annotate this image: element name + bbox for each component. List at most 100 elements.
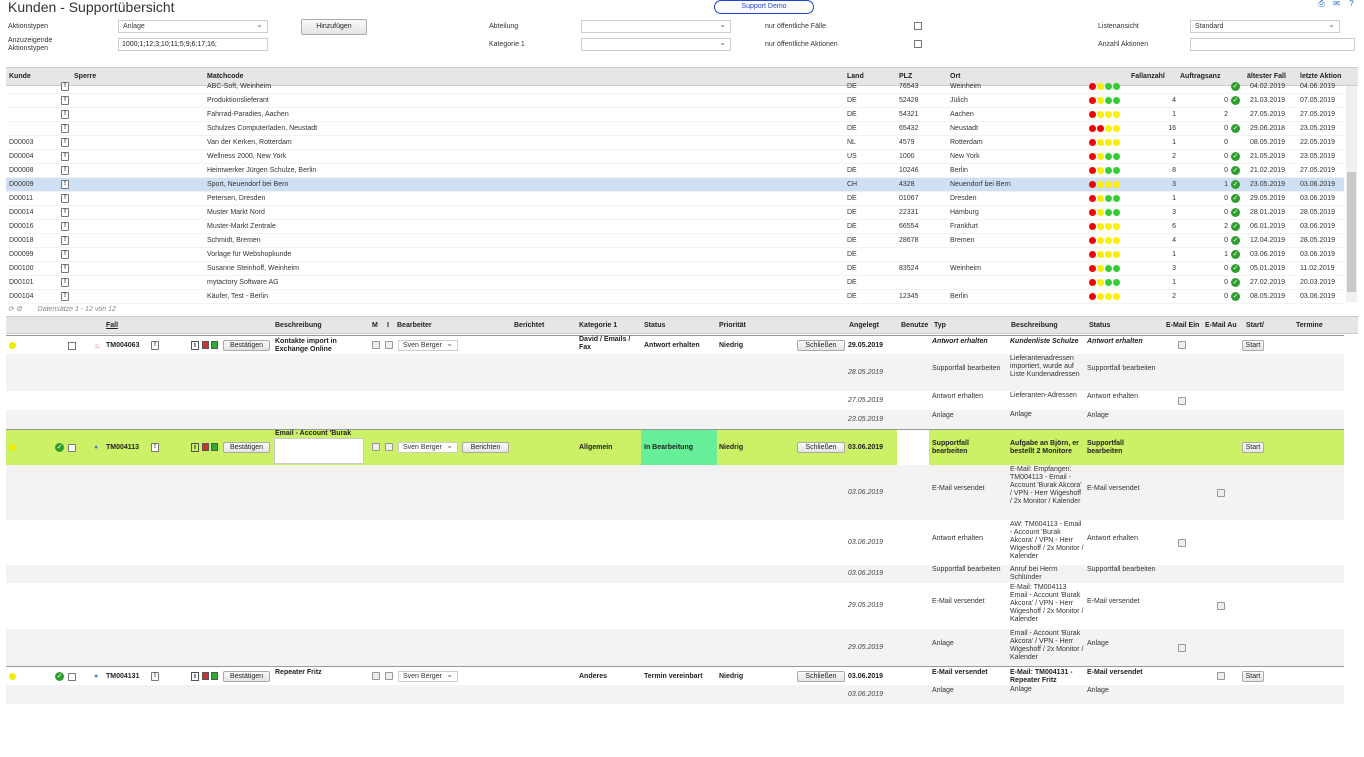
col-auftrag[interactable]: Auftragsanz	[1180, 73, 1220, 80]
customer-row[interactable]: D00099 Vorlage für Webshopkunde DE 03.06.20…	[6, 248, 1344, 262]
col-prioritaet[interactable]: Priorität	[719, 322, 746, 329]
red-flag-icon[interactable]	[202, 672, 209, 680]
nur-aktionen-checkbox[interactable]	[914, 40, 922, 48]
lock-icon[interactable]: !	[61, 236, 69, 245]
mail-icon[interactable]	[1178, 397, 1186, 405]
support-demo-button[interactable]: Support Demo	[714, 0, 814, 14]
customer-row[interactable]: Produktionslieferant DE 52428 Jülich 21.03.2…	[6, 94, 1344, 108]
customer-row[interactable]: D00016 Muster-Markt Zentrale DE 66554 Frankf…	[6, 220, 1344, 234]
customer-row[interactable]: D00101 mytactory Software AG DE 27.02.2019 2…	[6, 276, 1344, 290]
green-flag-icon[interactable]	[211, 443, 218, 451]
confirm-button[interactable]: Bestätigen	[223, 442, 270, 453]
lock-icon[interactable]: !	[151, 672, 159, 681]
close-button[interactable]: Schließen	[797, 442, 845, 453]
print-icon[interactable]: ⎙	[1317, 0, 1326, 8]
action-row[interactable]: 27.05.2019 Antwort erhalten Lieferanten-Ad…	[6, 391, 1344, 410]
col-angelegt[interactable]: Angelegt	[849, 322, 879, 329]
action-row[interactable]: 03.06.2019 Supportfall bearbeiten Anruf be…	[6, 565, 1344, 583]
col-bearbeiter[interactable]: Bearbeiter	[397, 322, 432, 329]
bearbeiter-select[interactable]: Sven Berger	[398, 441, 458, 453]
customer-scrollbar[interactable]	[1346, 86, 1357, 302]
bearbeiter-select[interactable]: Sven Berger	[398, 339, 458, 351]
info-icon[interactable]: i	[191, 341, 199, 350]
case-row[interactable]: ✓ ● TM004113! i Bestätigen Email - Account 'B…	[6, 429, 1344, 466]
customer-row[interactable]: D00004 Wellness 2000, New York US 1000 New Y…	[6, 150, 1344, 164]
mail-icon[interactable]	[1217, 489, 1225, 497]
action-row[interactable]: 23.05.2019 Anlage Anlage Anlage	[6, 410, 1344, 429]
close-button[interactable]: Schließen	[797, 340, 845, 351]
lock-icon[interactable]: !	[61, 166, 69, 175]
m-toggle[interactable]	[372, 672, 380, 680]
refresh-icon[interactable]: ⟳ ⚙	[8, 306, 22, 313]
lock-icon[interactable]: !	[61, 124, 69, 133]
col-land[interactable]: Land	[847, 73, 864, 80]
i-toggle[interactable]	[385, 443, 393, 451]
lock-icon[interactable]: !	[61, 138, 69, 147]
start-button[interactable]: Start	[1242, 671, 1264, 682]
report-button[interactable]: Berichten	[462, 442, 509, 453]
action-row[interactable]: 03.06.2019 Antwort erhalten AW: TM004113 -…	[6, 520, 1344, 565]
lock-icon[interactable]: !	[61, 264, 69, 273]
red-flag-icon[interactable]	[202, 443, 209, 451]
start-button[interactable]: Start	[1242, 340, 1264, 351]
start-button[interactable]: Start	[1242, 442, 1264, 453]
mail-icon[interactable]	[1217, 672, 1225, 680]
case-row[interactable]: ✓ ● TM004131! i Bestätigen Repeater Fritz Sven…	[6, 666, 1344, 686]
case-id[interactable]: TM004063	[106, 342, 139, 349]
lock-icon[interactable]: !	[61, 292, 69, 301]
m-toggle[interactable]	[372, 443, 380, 451]
green-flag-icon[interactable]	[211, 672, 218, 680]
anzuzeigende-input[interactable]: 1000;1;12;3;10;11;5;9;6;17;16;	[118, 38, 268, 51]
action-row[interactable]: 28.05.2019 Supportfall bearbeiten Lieferan…	[6, 354, 1344, 391]
col-mail-aus[interactable]: E-Mail Au	[1205, 322, 1237, 329]
aktionstypen-select[interactable]: Anlage	[118, 19, 268, 33]
abteilung-select[interactable]	[581, 19, 731, 33]
col-start[interactable]: Start/	[1246, 322, 1264, 329]
col-plz[interactable]: PLZ	[899, 73, 912, 80]
mail-icon[interactable]	[1178, 341, 1186, 349]
info-icon[interactable]: i	[191, 443, 199, 452]
help-icon[interactable]: ?	[1347, 0, 1356, 8]
case-checkbox[interactable]	[68, 444, 76, 452]
col-beschreibung[interactable]: Beschreibung	[275, 322, 322, 329]
case-checkbox[interactable]	[68, 673, 76, 681]
col-fall[interactable]: Fall	[106, 322, 118, 329]
action-row[interactable]: 29.05.2019 Anlage Email - Account 'Burak A…	[6, 629, 1344, 666]
lock-icon[interactable]: !	[61, 152, 69, 161]
lock-icon[interactable]: !	[61, 250, 69, 259]
col-berichtet[interactable]: Berichtet	[514, 322, 544, 329]
col-termine[interactable]: Termine	[1296, 322, 1323, 329]
description-editor[interactable]	[274, 438, 364, 464]
col-fallanzahl[interactable]: Fallanzahl	[1131, 73, 1165, 80]
scroll-thumb[interactable]	[1347, 172, 1356, 292]
i-toggle[interactable]	[385, 341, 393, 349]
customer-row[interactable]: Schulzes Computerladen, Neustadt DE 65432 N…	[6, 122, 1344, 136]
col-m[interactable]: M	[372, 322, 378, 329]
col-kategorie[interactable]: Kategorie 1	[579, 322, 617, 329]
anzahl-input[interactable]	[1190, 38, 1355, 51]
i-toggle[interactable]	[385, 672, 393, 680]
action-row[interactable]: 29.05.2019 E-Mail versendet E-Mail: TM0041…	[6, 583, 1344, 629]
lock-icon[interactable]: !	[151, 341, 159, 350]
lock-icon[interactable]: !	[61, 82, 69, 91]
green-flag-icon[interactable]	[211, 341, 218, 349]
col-matchcode[interactable]: Matchcode	[207, 73, 244, 80]
lock-icon[interactable]: !	[151, 443, 159, 452]
action-row[interactable]: 03.06.2019 Anlage Anlage Anlage	[6, 685, 1344, 704]
add-button[interactable]: Hinzufügen	[301, 19, 367, 35]
confirm-button[interactable]: Bestätigen	[223, 671, 270, 682]
case-checkbox[interactable]	[68, 342, 76, 350]
col-typ[interactable]: Typ	[934, 322, 946, 329]
lock-icon[interactable]: !	[61, 96, 69, 105]
red-flag-icon[interactable]	[202, 341, 209, 349]
case-id[interactable]: TM004131	[106, 673, 139, 680]
listenansicht-select[interactable]: Standard	[1190, 19, 1340, 33]
customer-row[interactable]: ABC-Soft, Weinheim DE 76543 Weinheim 04.02.2…	[6, 80, 1344, 94]
lock-icon[interactable]: !	[61, 278, 69, 287]
col-ort[interactable]: Ort	[950, 73, 961, 80]
mail-icon[interactable]	[1217, 602, 1225, 610]
lock-icon[interactable]: !	[61, 180, 69, 189]
col-letzte[interactable]: letzte Aktion	[1300, 73, 1341, 80]
col-sperre[interactable]: Sperre	[74, 73, 96, 80]
customer-row[interactable]: D00014 Muster Markt Nord DE 22331 Hamburg 28.…	[6, 206, 1344, 220]
